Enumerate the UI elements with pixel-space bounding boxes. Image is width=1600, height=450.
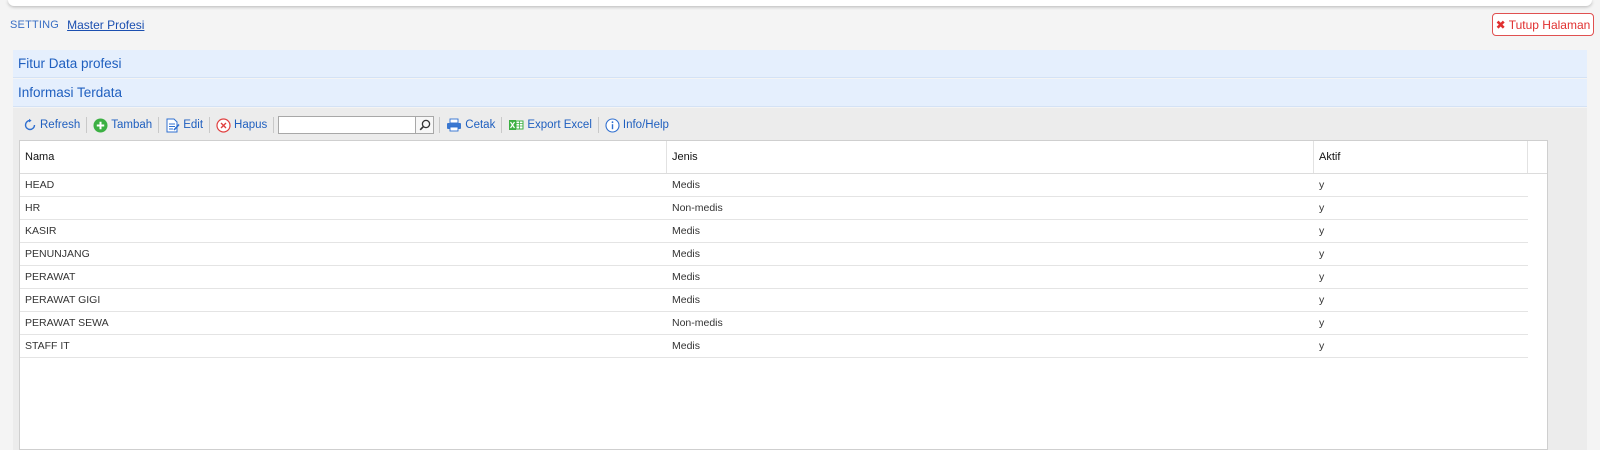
cell-jenis: Medis — [672, 340, 701, 352]
table-row[interactable]: PERAWAT GIGI Medis y — [20, 289, 1528, 312]
panel-title: Fitur Data profesi — [18, 56, 122, 71]
search-input[interactable] — [278, 116, 417, 134]
cell-aktif: y — [1319, 202, 1325, 214]
excel-icon — [509, 120, 524, 130]
panel-fitur-data[interactable]: Fitur Data profesi — [13, 50, 1588, 78]
refresh-button[interactable]: Refresh — [18, 114, 85, 136]
help-button[interactable]: Info/Help — [600, 114, 674, 136]
cell-aktif: y — [1319, 294, 1325, 306]
breadcrumb-root: SETTING — [10, 19, 60, 31]
cell-jenis: Medis — [672, 271, 701, 283]
cell-nama: PERAWAT — [25, 271, 76, 283]
toolbar-divider — [209, 117, 211, 133]
table-row[interactable]: HEAD Medis y — [20, 174, 1528, 197]
cell-nama: PERAWAT GIGI — [25, 294, 101, 306]
cell-aktif: y — [1319, 317, 1325, 329]
cell-nama: KASIR — [25, 225, 57, 237]
close-page-label: Tutup Halaman — [1508, 17, 1591, 32]
toolbar-divider — [439, 117, 441, 133]
search-button[interactable] — [416, 116, 435, 134]
print-button[interactable]: Cetak — [441, 114, 500, 136]
export-label: Export Excel — [527, 119, 592, 131]
cell-jenis: Medis — [672, 225, 701, 237]
page-scrollbar[interactable] — [1587, 48, 1600, 450]
cell-nama: HR — [25, 202, 41, 214]
table-row[interactable]: PERAWAT Medis y — [20, 266, 1528, 289]
refresh-icon — [24, 118, 36, 131]
panel-title: Informasi Terdata — [18, 85, 123, 100]
table-row[interactable]: STAFF IT Medis y — [20, 335, 1528, 358]
delete-button[interactable]: Hapus — [211, 114, 272, 136]
edit-button[interactable]: Edit — [160, 114, 208, 136]
toolbar-divider — [158, 117, 160, 133]
plus-circle-icon — [93, 118, 108, 132]
cell-jenis: Non-medis — [672, 317, 723, 329]
delete-label: Hapus — [234, 119, 268, 131]
add-button[interactable]: Tambah — [88, 114, 157, 136]
x-circle-icon — [216, 117, 231, 133]
toolbar-divider — [86, 117, 88, 133]
panel-informasi-terdata[interactable]: Informasi Terdata — [13, 79, 1588, 107]
toolbar-divider — [597, 117, 599, 133]
help-label: Info/Help — [622, 119, 669, 131]
edit-document-icon — [166, 118, 180, 132]
close-page-button[interactable]: ✖ Tutup Halaman — [1492, 13, 1594, 36]
column-header-aktif[interactable]: Aktif — [1314, 141, 1528, 173]
breadcrumb: SETTING Master Profesi — [10, 17, 144, 33]
cell-nama: HEAD — [25, 179, 55, 191]
toolbar: Refresh Tambah Edit Hapus Cetak Export E… — [18, 112, 1583, 138]
cell-aktif: y — [1319, 271, 1325, 283]
table-row[interactable]: PERAWAT SEWA Non-medis y — [20, 312, 1528, 335]
grid-body: HEAD Medis y HR Non-medis y KASIR Medis y PENUNJA… — [20, 174, 1547, 358]
refresh-label: Refresh — [40, 119, 81, 131]
data-grid: Nama Jenis Aktif HEAD Medis y HR Non-medis y K… — [19, 140, 1548, 450]
grid-header: Nama Jenis Aktif — [20, 141, 1547, 174]
toolbar-divider — [273, 117, 275, 133]
cell-nama: PERAWAT SEWA — [25, 317, 109, 329]
column-header-nama[interactable]: Nama — [20, 141, 667, 173]
search-box — [278, 116, 435, 134]
breadcrumb-current[interactable]: Master Profesi — [67, 18, 144, 32]
export-excel-button[interactable]: Export Excel — [503, 114, 597, 136]
toolbar-divider — [501, 117, 503, 133]
cell-aktif: y — [1319, 248, 1325, 260]
table-row[interactable]: PENUNJANG Medis y — [20, 243, 1528, 266]
cell-nama: STAFF IT — [25, 340, 70, 352]
edit-label: Edit — [183, 119, 204, 131]
cell-aktif: y — [1319, 225, 1325, 237]
add-label: Tambah — [111, 119, 153, 131]
cell-jenis: Medis — [672, 248, 701, 260]
magnifier-icon — [419, 119, 431, 131]
cell-jenis: Non-medis — [672, 202, 723, 214]
column-header-jenis[interactable]: Jenis — [667, 141, 1314, 173]
table-row[interactable]: KASIR Medis y — [20, 220, 1528, 243]
cell-aktif: y — [1319, 340, 1325, 352]
cell-aktif: y — [1319, 179, 1325, 191]
print-label: Cetak — [465, 119, 496, 131]
info-icon — [605, 117, 620, 133]
close-x-icon: ✖ — [1495, 17, 1506, 32]
top-bar — [8, 0, 1592, 6]
cell-jenis: Medis — [672, 179, 701, 191]
cell-nama: PENUNJANG — [25, 248, 90, 260]
cell-jenis: Medis — [672, 294, 701, 306]
printer-icon — [447, 118, 462, 132]
table-row[interactable]: HR Non-medis y — [20, 197, 1528, 220]
content-area: Refresh Tambah Edit Hapus Cetak Export E… — [13, 108, 1588, 450]
